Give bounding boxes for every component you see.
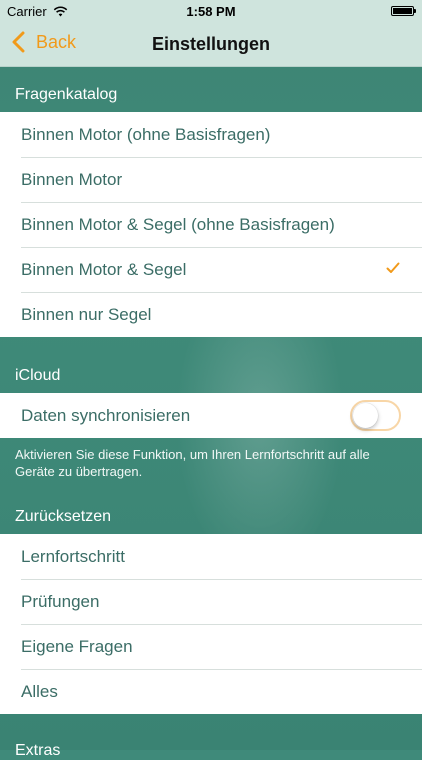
catalog-item-label: Binnen nur Segel (21, 304, 152, 324)
section-header-icloud: iCloud (15, 367, 61, 384)
catalog-item-label: Binnen Motor (ohne Basisfragen) (21, 124, 271, 144)
catalog-item-label: Binnen Motor & Segel (21, 259, 187, 279)
catalog-item-label: Binnen Motor & Segel (ohne Basisfragen) (21, 214, 335, 234)
reset-item-alles[interactable]: Alles (0, 669, 422, 714)
status-time: 1:58 PM (186, 4, 236, 19)
catalog-item-binnen-motor-segel[interactable]: Binnen Motor & Segel (0, 247, 422, 292)
navigation-bar: Back Einstellungen (0, 22, 422, 67)
catalog-item-binnen-nur-segel[interactable]: Binnen nur Segel (0, 292, 422, 337)
reset-item-eigene-fragen[interactable]: Eigene Fragen (0, 624, 422, 669)
icloud-group: Daten synchronisieren (0, 393, 422, 438)
reset-item-label: Prüfungen (21, 591, 100, 611)
icloud-footer-note: Aktivieren Sie diese Funktion, um Ihren … (15, 447, 370, 479)
reset-item-label: Lernfortschritt (21, 546, 125, 566)
section-header-fragenkatalog: Fragenkatalog (15, 86, 118, 103)
reset-item-label: Eigene Fragen (21, 636, 133, 656)
section-header-reset: Zurücksetzen (15, 508, 112, 525)
sync-label: Daten synchronisieren (21, 405, 191, 425)
settings-list: Fragenkatalog Binnen Motor (ohne Basisfr… (0, 66, 422, 759)
catalog-item-label: Binnen Motor (21, 169, 123, 189)
catalog-item-binnen-motor-segel-ohne-basis[interactable]: Binnen Motor & Segel (ohne Basisfragen) (0, 202, 422, 247)
reset-item-pruefungen[interactable]: Prüfungen (0, 579, 422, 624)
status-bar: Carrier 1:58 PM (0, 0, 422, 22)
reset-group: Lernfortschritt Prüfungen Eigene Fragen … (0, 534, 422, 714)
section-header-extras: Extras (15, 742, 61, 759)
reset-item-label: Alles (21, 681, 58, 701)
checkmark-icon (386, 262, 400, 273)
toggle-knob (353, 403, 378, 428)
page-title: Einstellungen (151, 34, 270, 54)
sync-row: Daten synchronisieren (0, 393, 422, 438)
battery-fill (393, 8, 412, 14)
battery-icon (391, 6, 416, 16)
fragenkatalog-group: Binnen Motor (ohne Basisfragen) Binnen M… (0, 112, 422, 337)
sync-toggle[interactable] (350, 400, 401, 431)
reset-item-lernfortschritt[interactable]: Lernfortschritt (0, 534, 422, 579)
catalog-item-binnen-motor-ohne-basis[interactable]: Binnen Motor (ohne Basisfragen) (0, 112, 422, 157)
catalog-item-binnen-motor[interactable]: Binnen Motor (0, 157, 422, 202)
